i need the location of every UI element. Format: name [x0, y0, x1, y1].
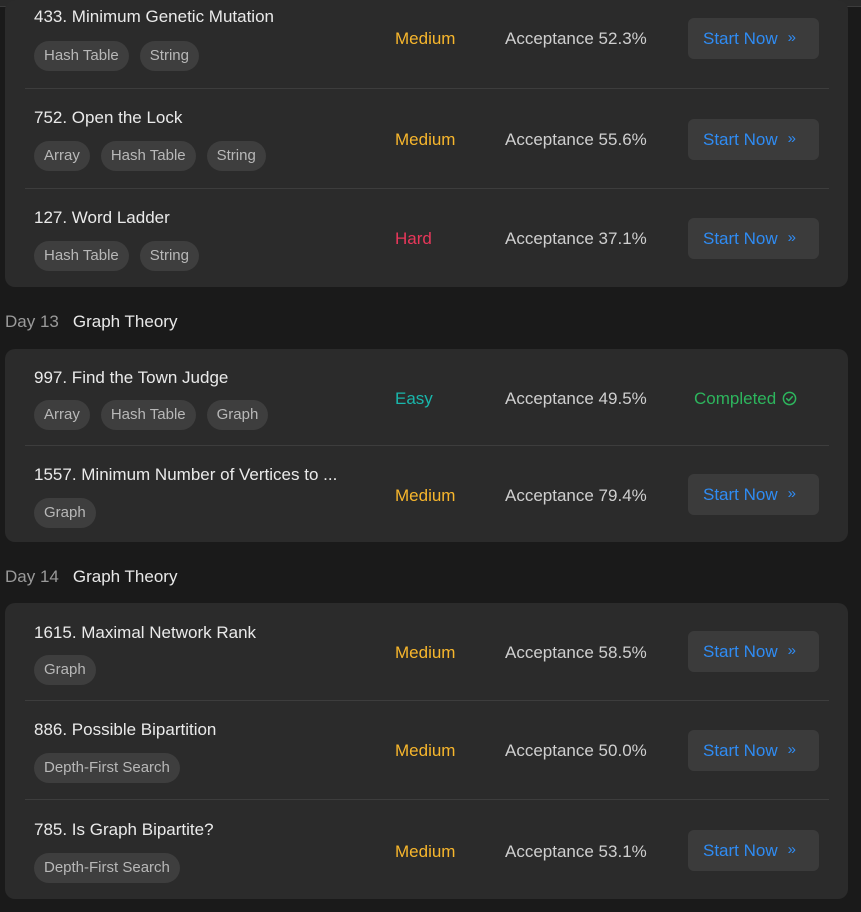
problem-title[interactable]: 752. Open the Lock	[34, 108, 182, 128]
double-chevron-right-icon: »	[787, 130, 796, 147]
day-number: Day 14	[5, 567, 59, 586]
tag[interactable]: Depth-First Search	[34, 753, 180, 783]
start-now-label: Start Now	[703, 29, 778, 48]
tag-list: Depth-First Search	[34, 853, 180, 883]
difficulty-label: Medium	[395, 643, 456, 662]
problem-row[interactable]: 1557. Minimum Number of Vertices to ... …	[25, 445, 829, 545]
day-topic: Graph Theory	[72, 312, 178, 331]
acceptance-rate: Acceptance 52.3%	[505, 29, 647, 48]
problem-row[interactable]: 1615. Maximal Network Rank Graph Medium …	[25, 603, 829, 702]
start-now-button[interactable]: Start Now »	[688, 18, 819, 59]
tag[interactable]: Hash Table	[34, 41, 129, 71]
start-now-label: Start Now	[703, 841, 778, 860]
start-now-button[interactable]: Start Now »	[688, 631, 819, 672]
day-number: Day 13	[5, 312, 59, 331]
acceptance-rate: Acceptance 37.1%	[505, 229, 647, 248]
problem-row[interactable]: 886. Possible Bipartition Depth-First Se…	[25, 700, 829, 800]
difficulty-label: Medium	[395, 486, 456, 505]
double-chevron-right-icon: »	[787, 29, 796, 46]
start-now-label: Start Now	[703, 130, 778, 149]
day-header: Day 14 Graph Theory	[5, 567, 177, 587]
difficulty-label: Medium	[395, 842, 456, 861]
day-14-card: 1615. Maximal Network Rank Graph Medium …	[5, 603, 848, 899]
difficulty-label: Easy	[395, 389, 433, 408]
tag[interactable]: Graph	[34, 498, 96, 528]
difficulty-label: Medium	[395, 130, 456, 149]
acceptance-rate: Acceptance 55.6%	[505, 130, 647, 149]
tag[interactable]: String	[206, 141, 266, 171]
problem-row[interactable]: 997. Find the Town Judge Array Hash Tabl…	[25, 349, 829, 448]
start-now-label: Start Now	[703, 741, 778, 760]
problem-title[interactable]: 1615. Maximal Network Rank	[34, 623, 256, 643]
tag[interactable]: Depth-First Search	[34, 853, 180, 883]
acceptance-rate: Acceptance 50.0%	[505, 741, 647, 760]
tag-list: Depth-First Search	[34, 753, 180, 783]
tag[interactable]: Hash Table	[100, 141, 196, 171]
problem-title[interactable]: 997. Find the Town Judge	[34, 368, 228, 388]
start-now-button[interactable]: Start Now »	[688, 119, 819, 160]
problem-row[interactable]: 752. Open the Lock Array Hash Table Stri…	[25, 88, 829, 188]
problem-row[interactable]: 433. Minimum Genetic Mutation Hash Table…	[25, 0, 829, 88]
tag[interactable]: Hash Table	[34, 241, 129, 271]
tag[interactable]: Hash Table	[100, 400, 196, 430]
double-chevron-right-icon: »	[787, 485, 796, 502]
problem-title[interactable]: 785. Is Graph Bipartite?	[34, 820, 214, 840]
difficulty-label: Medium	[395, 29, 456, 48]
double-chevron-right-icon: »	[787, 642, 796, 659]
tag[interactable]: Array	[34, 141, 90, 171]
day-header: Day 13 Graph Theory	[5, 312, 177, 332]
start-now-button[interactable]: Start Now »	[688, 830, 819, 871]
day-topic: Graph Theory	[72, 567, 178, 586]
completed-label: Completed	[694, 389, 777, 408]
start-now-label: Start Now	[703, 485, 778, 504]
tag-list: Graph	[34, 498, 96, 528]
problem-title[interactable]: 433. Minimum Genetic Mutation	[34, 7, 274, 27]
double-chevron-right-icon: »	[787, 741, 796, 758]
tag-list: Hash Table String	[34, 41, 199, 71]
start-now-button[interactable]: Start Now »	[688, 218, 819, 259]
completed-status: Completed	[694, 389, 797, 409]
acceptance-rate: Acceptance 58.5%	[505, 643, 647, 662]
problem-row[interactable]: 785. Is Graph Bipartite? Depth-First Sea…	[25, 799, 829, 899]
start-now-button[interactable]: Start Now »	[688, 730, 819, 771]
start-now-button[interactable]: Start Now »	[688, 474, 819, 515]
difficulty-label: Hard	[395, 229, 432, 248]
double-chevron-right-icon: »	[787, 841, 796, 858]
difficulty-label: Medium	[395, 741, 456, 760]
tag[interactable]: Graph	[34, 655, 96, 685]
problem-title[interactable]: 886. Possible Bipartition	[34, 720, 216, 740]
day-12-card: 433. Minimum Genetic Mutation Hash Table…	[5, 0, 848, 287]
acceptance-rate: Acceptance 49.5%	[505, 389, 647, 408]
problem-title[interactable]: 127. Word Ladder	[34, 208, 170, 228]
tag-list: Array Hash Table String	[34, 141, 266, 171]
tag-list: Array Hash Table Graph	[34, 400, 269, 430]
tag-list: Hash Table String	[34, 241, 199, 271]
start-now-label: Start Now	[703, 642, 778, 661]
double-chevron-right-icon: »	[787, 229, 796, 246]
acceptance-rate: Acceptance 53.1%	[505, 842, 647, 861]
start-now-label: Start Now	[703, 229, 778, 248]
tag[interactable]: Array	[34, 400, 90, 430]
tag-list: Graph	[34, 655, 96, 685]
check-circle-icon	[782, 391, 797, 406]
problem-row[interactable]: 127. Word Ladder Hash Table String Hard …	[25, 188, 829, 288]
acceptance-rate: Acceptance 79.4%	[505, 486, 647, 505]
tag[interactable]: String	[139, 41, 199, 71]
day-13-card: 997. Find the Town Judge Array Hash Tabl…	[5, 349, 848, 542]
tag[interactable]: Graph	[206, 400, 269, 430]
tag[interactable]: String	[139, 241, 199, 271]
problem-title[interactable]: 1557. Minimum Number of Vertices to ...	[34, 465, 337, 485]
